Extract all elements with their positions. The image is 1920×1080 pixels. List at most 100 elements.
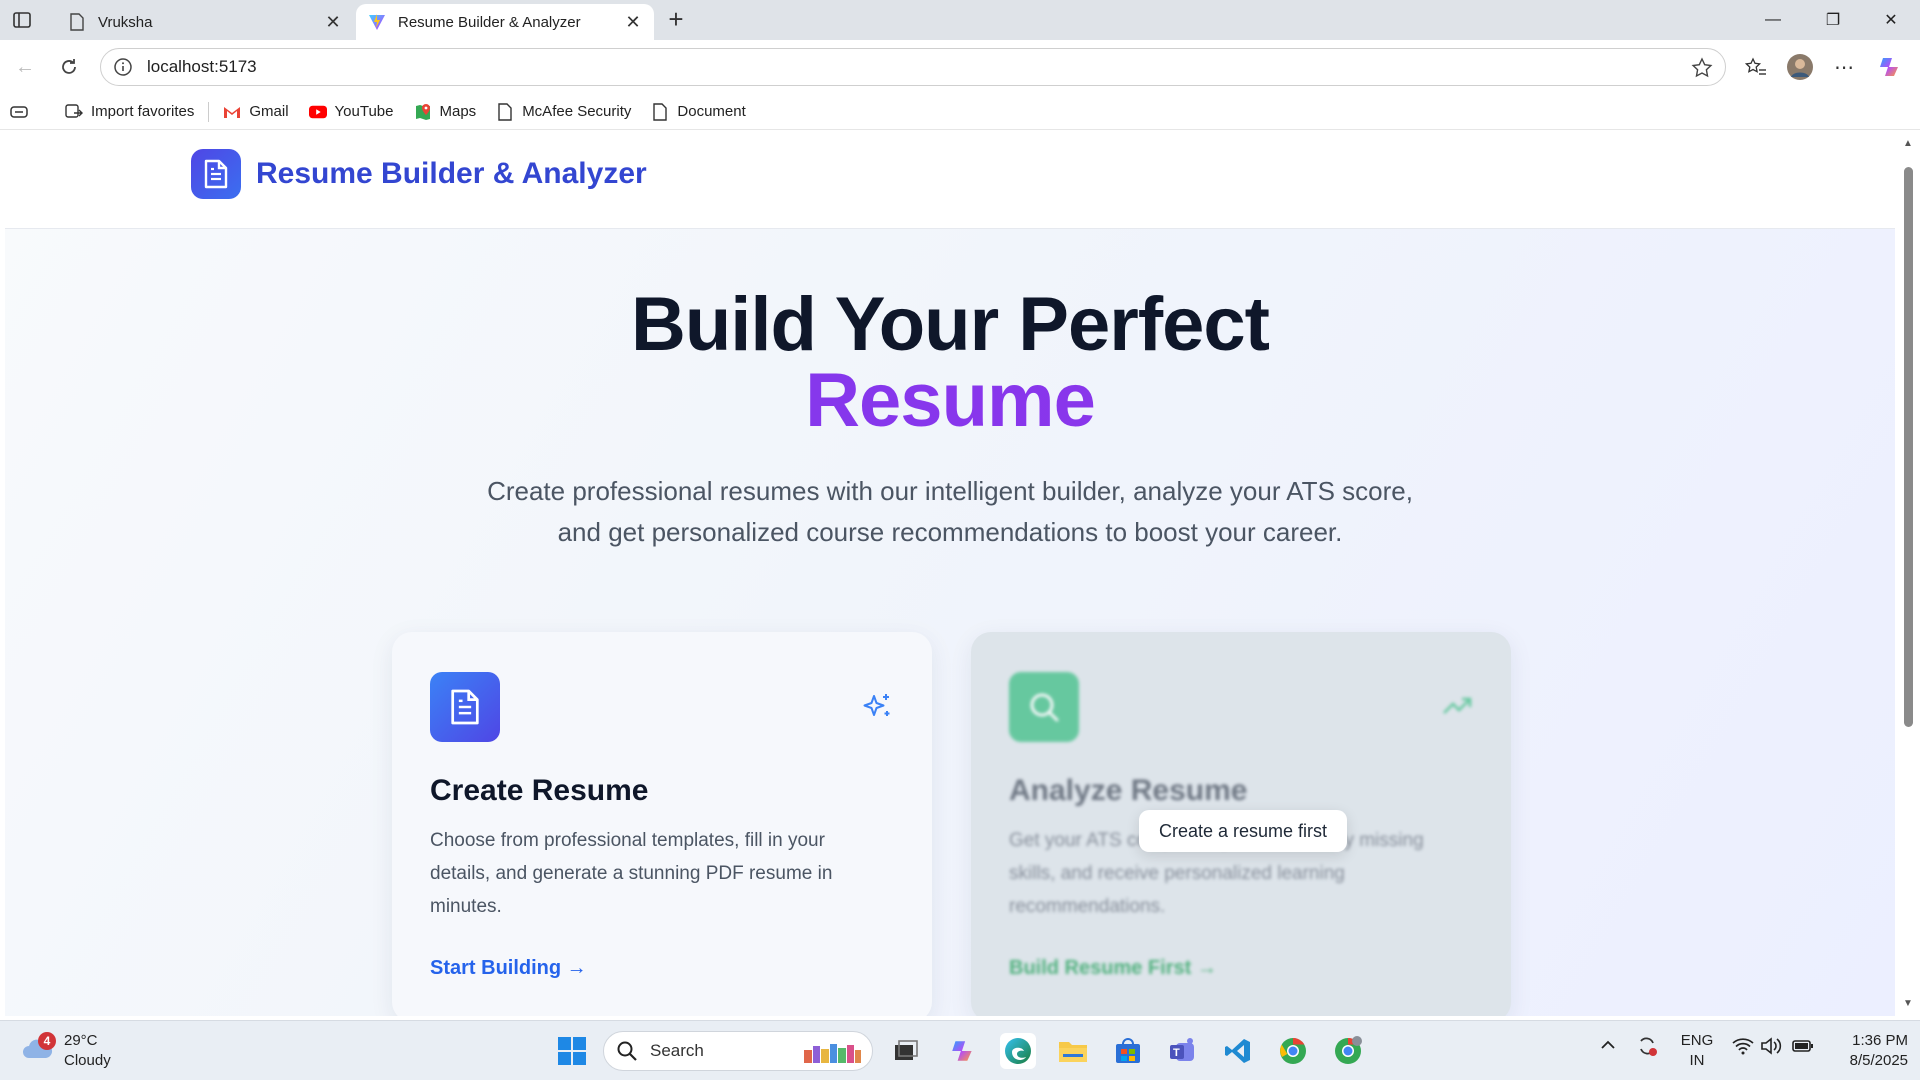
bookmark-mcafee[interactable]: McAfee Security <box>486 97 641 127</box>
tab-vruksha[interactable]: Vruksha ✕ <box>56 4 354 40</box>
document-icon <box>430 672 500 742</box>
close-icon[interactable]: ✕ <box>320 9 346 35</box>
create-resume-card[interactable]: Create Resume Choose from professional t… <box>392 632 932 1016</box>
bookmark-label: Document <box>677 103 746 120</box>
import-icon <box>65 103 83 121</box>
page-scrollbar[interactable]: ▲ ▼ <box>1896 131 1920 1016</box>
hero-subtitle: Create professional resumes with our int… <box>487 476 1413 547</box>
bookmark-gmail[interactable]: Gmail <box>213 97 298 127</box>
copilot-icon[interactable] <box>945 1033 981 1069</box>
clock-time: 1:36 PM <box>1852 1032 1908 1049</box>
bookmark-maps[interactable]: Maps <box>404 97 487 127</box>
tab-actions-icon[interactable] <box>12 10 32 30</box>
reload-button[interactable] <box>54 52 84 82</box>
card-description: Choose from professional templates, fill… <box>430 830 833 917</box>
battery-icon[interactable] <box>1792 1039 1814 1057</box>
bookmark-document[interactable]: Document <box>641 97 755 127</box>
microsoft-store-icon[interactable] <box>1110 1033 1146 1069</box>
cloud-icon: 4 <box>20 1032 56 1066</box>
sync-icon[interactable] <box>1636 1035 1658 1061</box>
hero-heading-accent: Resume <box>5 357 1895 444</box>
search-placeholder: Search <box>650 1041 704 1060</box>
clock-date: 8/5/2025 <box>1849 1052 1908 1069</box>
scrollbar-thumb[interactable] <box>1904 167 1913 727</box>
weather-widget[interactable]: 4 29°C Cloudy <box>20 1031 111 1071</box>
app-logo[interactable] <box>191 149 241 199</box>
browser-toolbar: ← localhost:5173 ⋯ <box>0 40 1920 94</box>
bookmark-label: YouTube <box>334 103 394 120</box>
task-view-icon[interactable] <box>888 1033 924 1069</box>
address-bar[interactable]: localhost:5173 <box>100 48 1726 86</box>
page-icon <box>68 13 86 31</box>
info-icon[interactable] <box>113 57 133 77</box>
scroll-down-icon[interactable]: ▼ <box>1902 999 1914 1009</box>
chrome-profile-icon[interactable] <box>1330 1033 1366 1069</box>
bookmark-label: McAfee Security <box>522 103 632 120</box>
weather-condition: Cloudy <box>64 1052 111 1069</box>
windows-start-icon[interactable] <box>554 1033 590 1069</box>
tab-search-button[interactable] <box>0 97 46 127</box>
profile-avatar[interactable] <box>1786 53 1814 81</box>
tooltip: Create a resume first <box>1139 810 1348 852</box>
favorites-icon[interactable] <box>1742 53 1770 81</box>
tab-resume-builder[interactable]: Resume Builder & Analyzer ✕ <box>356 4 654 40</box>
card-title: Analyze Resume <box>1009 774 1248 807</box>
bookmark-youtube[interactable]: YouTube <box>299 97 404 127</box>
tab-strip: Vruksha ✕ Resume Builder & Analyzer ✕ + … <box>0 0 1920 40</box>
more-menu-icon[interactable]: ⋯ <box>1830 53 1858 81</box>
weather-temp: 29°C <box>64 1032 98 1049</box>
svg-text:T: T <box>1173 1047 1180 1059</box>
card-title: Create Resume <box>430 774 649 807</box>
edge-icon[interactable] <box>1000 1033 1036 1069</box>
build-resume-first-link: Build Resume First → <box>1009 957 1217 979</box>
hero-heading: Build Your Perfect <box>631 282 1270 367</box>
gmail-icon <box>223 103 241 121</box>
bookmarks-bar: Import favorites Gmail YouTube Maps McAf… <box>0 94 1920 130</box>
language-indicator[interactable]: ENG IN <box>1680 1031 1714 1071</box>
wifi-icon[interactable] <box>1732 1037 1754 1059</box>
taskbar-search[interactable]: Search <box>603 1031 873 1071</box>
scroll-up-icon[interactable]: ▲ <box>1902 139 1914 149</box>
start-building-link[interactable]: Start Building → <box>430 957 587 980</box>
app-header: Resume Builder & Analyzer <box>5 131 1895 229</box>
tab-search-icon <box>10 103 28 121</box>
divider <box>208 101 210 122</box>
youtube-icon <box>308 103 327 121</box>
app-title[interactable]: Resume Builder & Analyzer <box>256 157 647 191</box>
system-clock[interactable]: 1:36 PM 8/5/2025 <box>1814 1031 1908 1071</box>
weather-badge: 4 <box>38 1032 56 1050</box>
close-icon[interactable]: ✕ <box>620 9 646 35</box>
copilot-icon[interactable] <box>1876 53 1904 81</box>
lang-line2: IN <box>1689 1052 1705 1069</box>
vscode-icon[interactable] <box>1220 1033 1256 1069</box>
minimize-button[interactable]: — <box>1744 0 1802 40</box>
favorite-star-icon[interactable] <box>1691 57 1713 79</box>
volume-icon[interactable] <box>1760 1037 1782 1059</box>
file-explorer-icon[interactable] <box>1055 1033 1091 1069</box>
tab-title: Resume Builder & Analyzer <box>398 13 581 31</box>
bookmark-label: Import favorites <box>91 103 195 120</box>
document-icon <box>204 159 228 189</box>
back-button[interactable]: ← <box>10 52 40 82</box>
document-icon <box>496 102 514 121</box>
document-icon <box>651 102 669 121</box>
teams-icon[interactable]: T <box>1165 1033 1201 1069</box>
divider <box>50 102 51 122</box>
books-icon <box>800 1040 864 1064</box>
show-hidden-icons-icon[interactable] <box>1600 1037 1616 1054</box>
maps-icon <box>414 103 432 121</box>
taskbar: 4 29°C Cloudy Search T ENG IN 1:36 PM 8/… <box>0 1020 1920 1080</box>
lang-line1: ENG <box>1680 1032 1714 1049</box>
bookmark-import-favorites[interactable]: Import favorites <box>55 97 204 127</box>
reload-icon <box>62 59 76 74</box>
close-window-button[interactable]: ✕ <box>1862 0 1920 40</box>
restore-button[interactable]: ❐ <box>1804 0 1862 40</box>
vite-icon <box>368 13 386 31</box>
search-icon <box>1009 672 1079 742</box>
sparkles-icon <box>862 690 894 722</box>
tab-title: Vruksha <box>98 13 153 31</box>
page-viewport: Resume Builder & Analyzer Build Your Per… <box>5 131 1895 1016</box>
new-tab-button[interactable]: + <box>662 6 690 34</box>
chrome-icon[interactable] <box>1275 1033 1311 1069</box>
bookmark-label: Gmail <box>249 103 289 120</box>
